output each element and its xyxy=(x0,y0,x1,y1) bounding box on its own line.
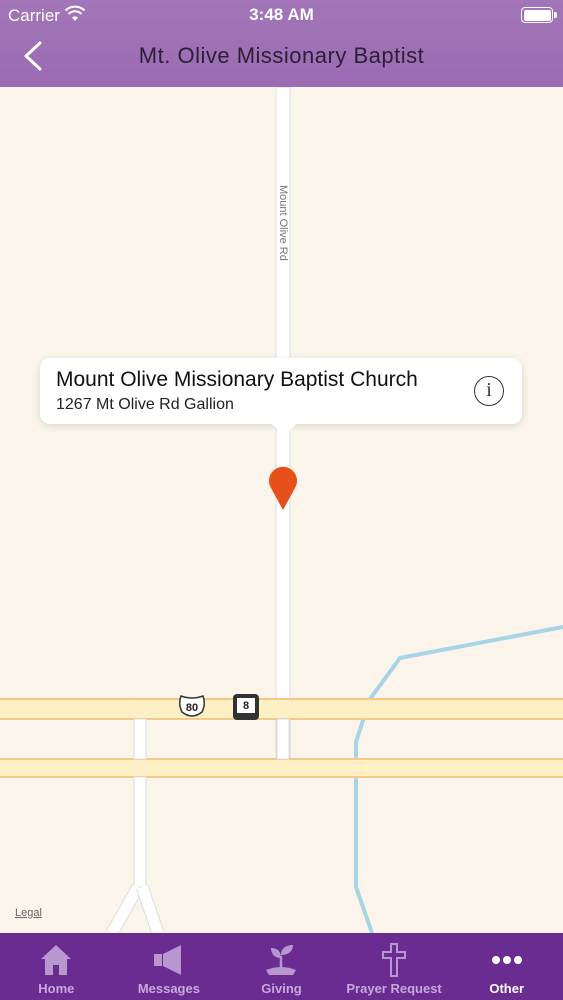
tab-giving[interactable]: Giving xyxy=(225,933,338,1000)
clock: 3:48 AM xyxy=(249,5,314,24)
state-route-number: 8 xyxy=(243,700,249,712)
home-icon xyxy=(41,945,72,975)
more-icon xyxy=(491,956,522,964)
tab-label: Prayer Request xyxy=(346,981,442,996)
tab-bar: Home Messages Giving Prayer Request Othe… xyxy=(0,933,563,1000)
navigation-bar: Carrier 3:48 AM Mt. Olive Missionary Bap… xyxy=(0,0,563,87)
callout-address: 1267 Mt Olive Rd Gallion xyxy=(56,396,234,413)
legal-link[interactable]: Legal xyxy=(15,907,42,919)
tab-messages[interactable]: Messages xyxy=(113,933,226,1000)
state-route-shield: 8 xyxy=(233,694,259,720)
location-callout[interactable]: Mount Olive Missionary Baptist Church 12… xyxy=(40,358,522,436)
cross-icon xyxy=(382,943,407,977)
tab-home[interactable]: Home xyxy=(0,933,113,1000)
map-view[interactable]: Mount Olive Rd 80 8 Mount Olive Missiona… xyxy=(0,87,563,933)
tab-label: Messages xyxy=(137,981,200,996)
tab-prayer-request[interactable]: Prayer Request xyxy=(338,933,451,1000)
tab-label: Giving xyxy=(261,981,302,996)
map-pin-icon[interactable] xyxy=(267,466,299,512)
battery-icon xyxy=(521,7,557,23)
road-label: Mount Olive Rd xyxy=(277,185,289,261)
tab-label: Home xyxy=(38,981,75,996)
megaphone-icon xyxy=(153,945,181,975)
status-bar: Carrier 3:48 AM xyxy=(0,0,563,30)
us-highway-number: 80 xyxy=(186,702,198,714)
tab-label: Other xyxy=(489,981,524,996)
us-highway-shield: 80 xyxy=(178,695,206,717)
callout-title: Mount Olive Missionary Baptist Church xyxy=(56,368,418,391)
info-icon[interactable]: i xyxy=(474,376,504,406)
plant-icon xyxy=(266,945,297,975)
back-chevron-icon[interactable] xyxy=(20,41,46,71)
tab-other[interactable]: Other xyxy=(450,933,563,1000)
page-title: Mt. Olive Missionary Baptist xyxy=(138,43,425,68)
